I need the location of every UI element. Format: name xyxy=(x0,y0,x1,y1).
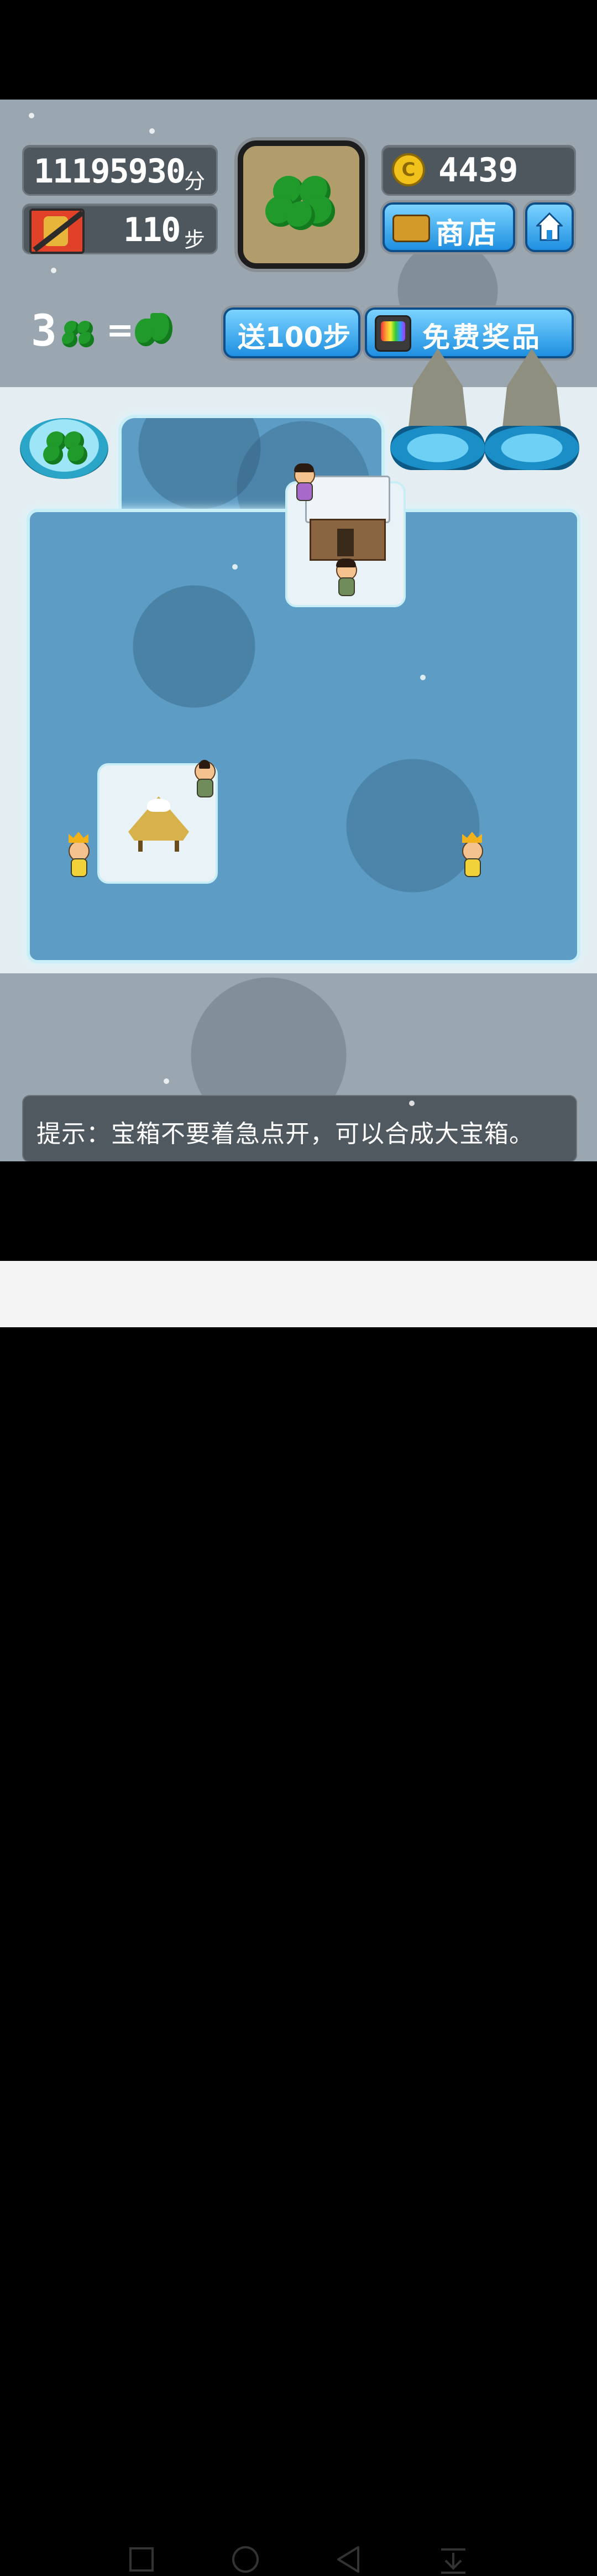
big-leaf-icon xyxy=(135,313,174,350)
merge-recipe: 3 = xyxy=(31,306,180,356)
game-board[interactable]: 11195930 分 110 步 C 4439 商店 3 = 送100步 免费奖… xyxy=(0,100,597,1161)
system-nav-bar xyxy=(0,1261,597,2574)
snowflake xyxy=(420,675,426,680)
snowy-house[interactable] xyxy=(305,476,390,561)
download-icon[interactable] xyxy=(437,2543,470,2576)
steps-panel: 110 步 xyxy=(22,204,218,254)
villager-girl[interactable] xyxy=(292,463,315,501)
snowflake xyxy=(149,128,155,134)
shop-button[interactable]: 商店 xyxy=(383,202,515,252)
coins-value: 4439 xyxy=(438,151,519,190)
no-bear-icon[interactable] xyxy=(29,208,85,254)
recipe-equals: = xyxy=(106,311,134,350)
status-bar-area xyxy=(0,0,597,100)
square-icon[interactable] xyxy=(125,2543,158,2576)
coins-panel: C 4439 xyxy=(381,145,576,196)
current-item-slot[interactable] xyxy=(238,140,365,269)
straw-hut[interactable] xyxy=(128,796,189,852)
recipe-count: 3 xyxy=(31,306,57,356)
circle-icon[interactable] xyxy=(229,2543,262,2576)
steps-value: 110 xyxy=(123,211,181,249)
coin-icon: C xyxy=(392,153,425,186)
snowflake xyxy=(29,113,34,118)
snowflake xyxy=(409,1101,415,1106)
villager-at-door[interactable] xyxy=(334,559,357,596)
four-leaf-clover-icon xyxy=(265,174,337,234)
king-right[interactable] xyxy=(460,832,483,877)
crystal-rock-left[interactable] xyxy=(390,343,485,476)
storage-basin[interactable] xyxy=(20,418,108,479)
crystal-rock-right[interactable] xyxy=(484,343,579,476)
snowflake xyxy=(51,268,56,273)
villager-boy[interactable] xyxy=(192,760,216,797)
stored-clover-icon xyxy=(43,431,87,467)
score-panel: 11195930 分 xyxy=(22,145,218,196)
small-clover-icon xyxy=(62,321,95,348)
back-triangle-icon[interactable] xyxy=(333,2543,366,2576)
snowflake xyxy=(164,1078,169,1084)
score-unit: 分 xyxy=(184,169,206,194)
gift-steps-button[interactable]: 送100步 xyxy=(223,307,360,358)
snowflake xyxy=(232,564,238,570)
home-icon xyxy=(536,212,563,241)
treasure-chest-icon xyxy=(392,215,430,242)
home-button[interactable] xyxy=(525,202,574,252)
tip-text: 提示：宝箱不要着急点开，可以合成大宝箱。 xyxy=(36,1120,534,1148)
steps-unit: 步 xyxy=(184,228,206,252)
shop-label: 商店 xyxy=(436,217,500,251)
score-value: 11195930 xyxy=(34,152,186,191)
tip-panel: 提示：宝箱不要着急点开，可以合成大宝箱。 xyxy=(22,1095,577,1161)
king-left[interactable] xyxy=(66,832,90,877)
bottom-bar-area xyxy=(0,1161,597,1261)
gift-steps-label: 送100步 xyxy=(238,321,351,353)
